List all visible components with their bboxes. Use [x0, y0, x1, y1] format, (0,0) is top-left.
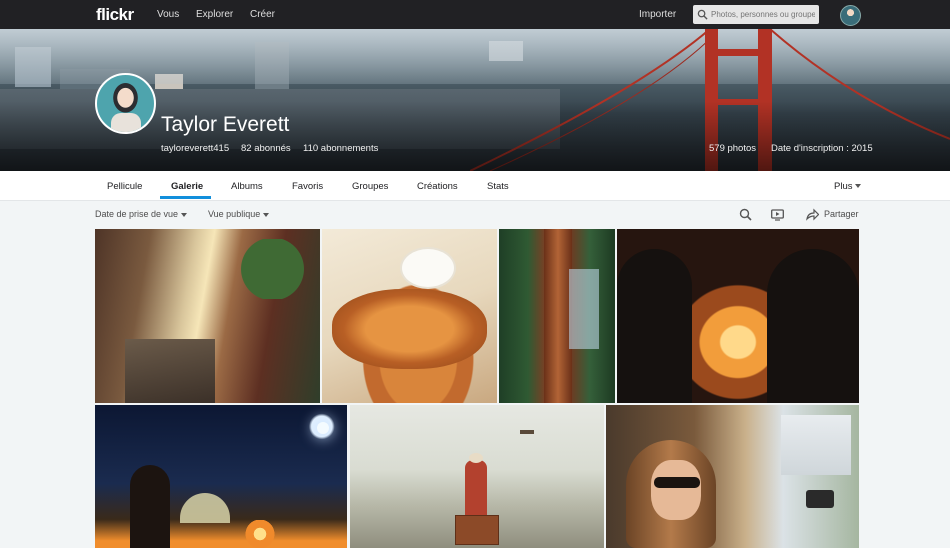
- more-label: Plus: [834, 181, 853, 192]
- photo-night-camping[interactable]: [95, 405, 347, 548]
- view-label: Vue publique: [208, 209, 261, 219]
- photo-croissants-coffee[interactable]: [322, 229, 497, 403]
- photo-count: 579 photos: [709, 143, 757, 154]
- nav-link-vous[interactable]: Vous: [157, 9, 179, 20]
- nav-link-creer[interactable]: Créer: [250, 9, 275, 20]
- croissant: [332, 289, 487, 369]
- share-button[interactable]: Partager: [824, 209, 859, 219]
- tent: [180, 493, 230, 523]
- chevron-down-icon: [855, 184, 862, 189]
- hat: [469, 453, 483, 463]
- profile-name: Taylor Everett: [161, 113, 290, 136]
- tab-stats[interactable]: Stats: [487, 181, 509, 192]
- sort-label: Date de prise de vue: [95, 209, 179, 219]
- moon: [317, 422, 329, 434]
- person-silhouette: [767, 249, 859, 403]
- share-icon[interactable]: [806, 208, 819, 221]
- search-box[interactable]: [693, 5, 819, 24]
- photo-street-alley[interactable]: [95, 229, 320, 403]
- person-silhouette: [617, 249, 692, 403]
- search-icon: [697, 9, 708, 20]
- followers-count[interactable]: 82 abonnés: [241, 143, 291, 154]
- tab-creations[interactable]: Créations: [417, 181, 458, 192]
- avatar-figure: [111, 113, 141, 132]
- mosque-building: [781, 415, 851, 475]
- active-tab-indicator: [160, 196, 211, 199]
- account-avatar[interactable]: [840, 5, 861, 26]
- join-date: Date d'inscription : 2015: [771, 143, 873, 154]
- search-icon[interactable]: [739, 208, 752, 221]
- tab-galerie[interactable]: Galerie: [171, 181, 203, 192]
- photo-redwood-tree[interactable]: [499, 229, 615, 403]
- bridge-crossbar: [705, 49, 772, 56]
- sky-patch: [569, 269, 599, 349]
- cobblestone-street: [125, 339, 215, 403]
- sort-dropdown[interactable]: Date de prise de vue: [95, 209, 188, 219]
- tab-pellicule[interactable]: Pellicule: [107, 181, 142, 192]
- chevron-down-icon: [181, 212, 188, 217]
- import-link[interactable]: Importer: [639, 9, 676, 20]
- tab-favoris[interactable]: Favoris: [292, 181, 323, 192]
- more-menu[interactable]: Plus: [834, 181, 862, 192]
- photo-woman-sunglasses[interactable]: [606, 405, 859, 548]
- following-count[interactable]: 110 abonnements: [303, 143, 378, 154]
- coffee-cup: [400, 247, 456, 289]
- campfire: [245, 520, 275, 548]
- profile-avatar[interactable]: [95, 73, 156, 134]
- nav-link-explorer[interactable]: Explorer: [196, 9, 233, 20]
- camera: [806, 490, 834, 508]
- sunglasses: [654, 477, 700, 488]
- view-dropdown[interactable]: Vue publique: [208, 209, 270, 219]
- flickr-logo[interactable]: flickr: [96, 5, 134, 25]
- profile-tab-bar: Pellicule Galerie Albums Favoris Groupes…: [0, 171, 950, 201]
- photo-campfire-friends[interactable]: [617, 229, 859, 403]
- search-input[interactable]: [711, 7, 815, 22]
- person-silhouette: [130, 465, 170, 548]
- suitcase: [455, 515, 499, 545]
- slideshow-icon[interactable]: [771, 208, 784, 221]
- photo-girl-suitcase[interactable]: [350, 405, 604, 548]
- tab-groupes[interactable]: Groupes: [352, 181, 388, 192]
- top-nav-bar: flickr Vous Explorer Créer Importer: [0, 0, 950, 29]
- tab-albums[interactable]: Albums: [231, 181, 263, 192]
- tree-trunk: [544, 229, 572, 403]
- ivy-foliage: [230, 239, 315, 299]
- chevron-down-icon: [263, 212, 270, 217]
- airplane: [520, 430, 534, 434]
- profile-username[interactable]: tayloreverett415: [161, 143, 229, 154]
- woman-face: [651, 460, 701, 520]
